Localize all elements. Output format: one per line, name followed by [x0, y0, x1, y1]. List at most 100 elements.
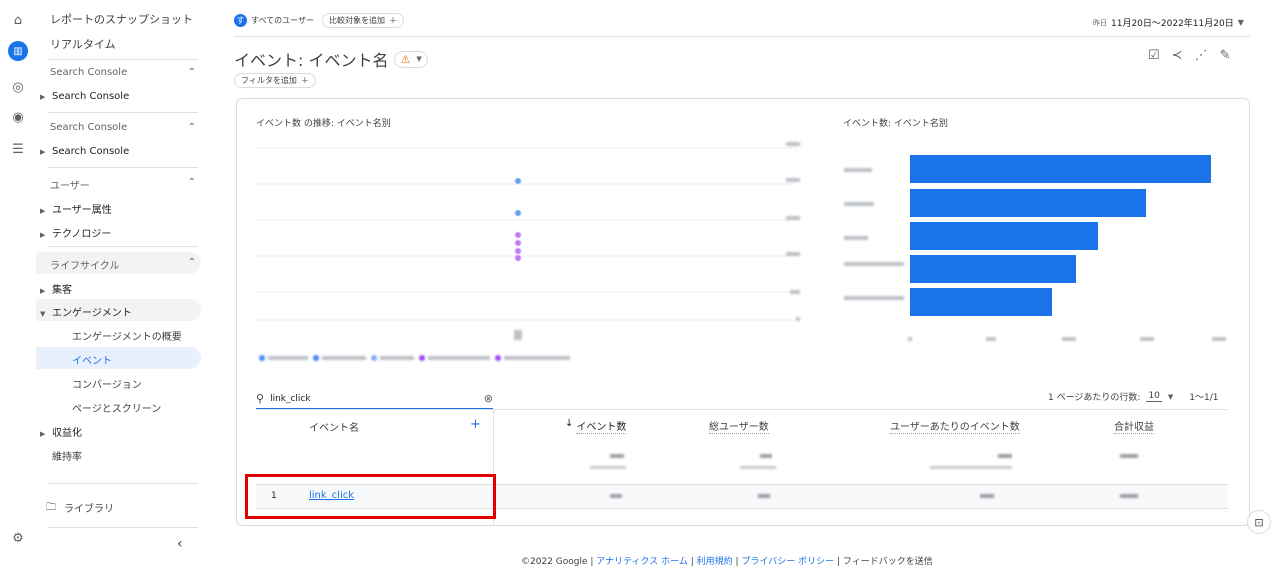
chevron-up-icon: ⌃ [187, 177, 196, 188]
audience-chip[interactable]: す すべてのユーザー [234, 13, 314, 28]
row-values [610, 494, 1138, 498]
add-filter-chip[interactable]: フィルタを追加＋ [234, 73, 316, 88]
nav-retention[interactable]: 維持率 [52, 448, 82, 463]
home-icon[interactable]: ⌂ [8, 10, 28, 30]
nav-acquisition[interactable]: ▶ 集客 [40, 281, 72, 296]
bar-chart-labels [844, 168, 1226, 341]
report-toolbar: ☑ ≺ ⋰ ✎ [1148, 48, 1230, 63]
y-tick-label [786, 216, 800, 220]
nav-user-attributes[interactable]: ▶ ユーザー属性 [40, 201, 112, 216]
line-chart-gridlines [256, 147, 796, 321]
plus-icon: ＋ [388, 16, 397, 25]
chevron-up-icon: ⌃ [187, 257, 196, 268]
y-tick-label [786, 252, 800, 256]
column-header-event-count[interactable]: ↓ イベント数 [565, 418, 627, 434]
advertising-icon[interactable]: ◉ [8, 107, 28, 127]
filter-bar: フィルタを追加＋ [234, 73, 316, 88]
line-chart-title: イベント数 の推移: イベント名別 [256, 119, 391, 129]
audience-initial: す [234, 14, 247, 27]
x-tick-label [1140, 337, 1154, 341]
icon-rail: ⌂ ▥ ◎ ◉ ☰ ⚙ [0, 0, 36, 566]
nav-pages-screens[interactable]: ページとスクリーン [72, 400, 161, 415]
bar-label [844, 202, 874, 206]
nav-realtime[interactable]: リアルタイム [50, 36, 116, 52]
reports-icon[interactable]: ▥ [8, 41, 28, 61]
footer: ©2022 Google | アナリティクス ホーム | 利用規約 | プライバ… [521, 557, 933, 567]
chevron-up-icon: ⌃ [187, 67, 196, 78]
line-point [515, 178, 521, 184]
column-header-total-users[interactable]: 総ユーザー数 [709, 418, 769, 434]
nav-library[interactable]: 🗀 ライブラリ [46, 500, 114, 517]
column-header-event-name[interactable]: イベント名 [309, 419, 359, 434]
page-title-row: イベント: イベント名 ⚠ ▼ [234, 47, 428, 71]
nav-section-lifecycle[interactable]: ライフサイクル ⌃ [50, 257, 196, 272]
totals-row [590, 454, 1138, 469]
bar-label [844, 236, 868, 240]
nav-section-search-console-1[interactable]: Search Console ⌃ [50, 67, 196, 78]
nav-monetization[interactable]: ▶ 収益化 [40, 424, 82, 439]
feedback-icon[interactable]: ⊡ [1247, 510, 1271, 534]
caret-down-icon: ▼ [1237, 18, 1244, 27]
nav-engagement-overview[interactable]: エンゲージメントの概要 [72, 328, 182, 343]
nav-section-search-console-2[interactable]: Search Console ⌃ [50, 122, 196, 133]
page-title: イベント: イベント名 [234, 51, 389, 70]
nav-conversions[interactable]: コンバージョン [72, 376, 142, 391]
column-header-events-per-user[interactable]: ユーザーあたりのイベント数 [890, 418, 1020, 434]
date-range-picker[interactable]: 昨日 11月20日～2022年11月20日 ▼ [1093, 16, 1244, 29]
title-warning-chip[interactable]: ⚠ ▼ [394, 50, 428, 68]
y-tick-label [786, 178, 800, 182]
nav-events[interactable]: イベント [72, 352, 112, 367]
x-tick-label [908, 337, 912, 341]
line-point [515, 210, 521, 216]
x-tick-label [1062, 337, 1076, 341]
expand-icon: ▶ [40, 207, 46, 215]
nav-reports-snapshot[interactable]: レポートのスナップショット [50, 11, 193, 27]
search-input[interactable]: link_click [270, 394, 311, 404]
collapse-nav-icon[interactable]: ‹ [177, 536, 183, 552]
expand-icon: ▶ [40, 287, 46, 295]
nav-search-console-1[interactable]: ▶ Search Console [40, 91, 129, 102]
share-icon[interactable]: ≺ [1172, 48, 1183, 63]
nav-engagement[interactable]: ▼ エンゲージメント [40, 304, 132, 319]
line-point [515, 232, 521, 238]
settings-icon[interactable]: ⚙ [8, 528, 28, 548]
nav-search-console-2[interactable]: ▶ Search Console [40, 146, 129, 157]
highlight-box [245, 474, 496, 519]
line-point [515, 240, 521, 246]
bar-label [844, 168, 872, 172]
bar-chart-title: イベント数: イベント名別 [843, 119, 948, 129]
expand-icon: ▶ [40, 430, 46, 438]
chevron-up-icon: ⌃ [187, 122, 196, 133]
clear-search-icon[interactable]: ⊗ [484, 392, 493, 405]
edit-icon[interactable]: ✎ [1220, 48, 1231, 63]
rows-per-page-label: 1 ページあたりの行数: [1048, 393, 1141, 403]
column-header-total-revenue[interactable]: 合計収益 [1114, 418, 1154, 434]
add-dimension-icon[interactable]: + [470, 417, 481, 432]
table-search[interactable]: ⚲ link_click ⊗ [256, 389, 493, 409]
bar-label [844, 262, 904, 266]
configure-icon[interactable]: ☰ [8, 139, 28, 159]
bar-label [844, 296, 904, 300]
warning-icon: ⚠ [400, 52, 411, 66]
expand-icon: ▶ [40, 148, 46, 156]
line-point [515, 248, 521, 254]
rows-per-page-select[interactable]: 10 [1146, 391, 1162, 402]
nav-section-user[interactable]: ユーザー ⌃ [50, 177, 196, 192]
x-tick-label [514, 330, 522, 340]
explore-icon[interactable]: ◎ [8, 77, 28, 97]
pagination-controls: 1 ページあたりの行数: 10 ▼ 1〜1/1 [1048, 390, 1219, 403]
sort-down-icon: ↓ [565, 418, 574, 429]
compare-chip[interactable]: 比較対象を追加＋ [321, 13, 404, 28]
insights-icon[interactable]: ⋰ [1195, 48, 1208, 63]
y-tick-label [786, 142, 800, 146]
expand-icon: ▶ [40, 231, 46, 239]
x-tick-label [986, 337, 996, 341]
y-tick-label [796, 317, 800, 321]
expand-icon: ▶ [40, 93, 46, 101]
audience-bar: す すべてのユーザー 比較対象を追加＋ [234, 13, 404, 28]
page-range: 1〜1/1 [1189, 393, 1219, 403]
x-tick-label [1212, 337, 1226, 341]
caret-down-icon: ▼ [1167, 392, 1174, 401]
nav-technology[interactable]: ▶ テクノロジー [40, 225, 111, 240]
customize-report-icon[interactable]: ☑ [1148, 48, 1160, 63]
